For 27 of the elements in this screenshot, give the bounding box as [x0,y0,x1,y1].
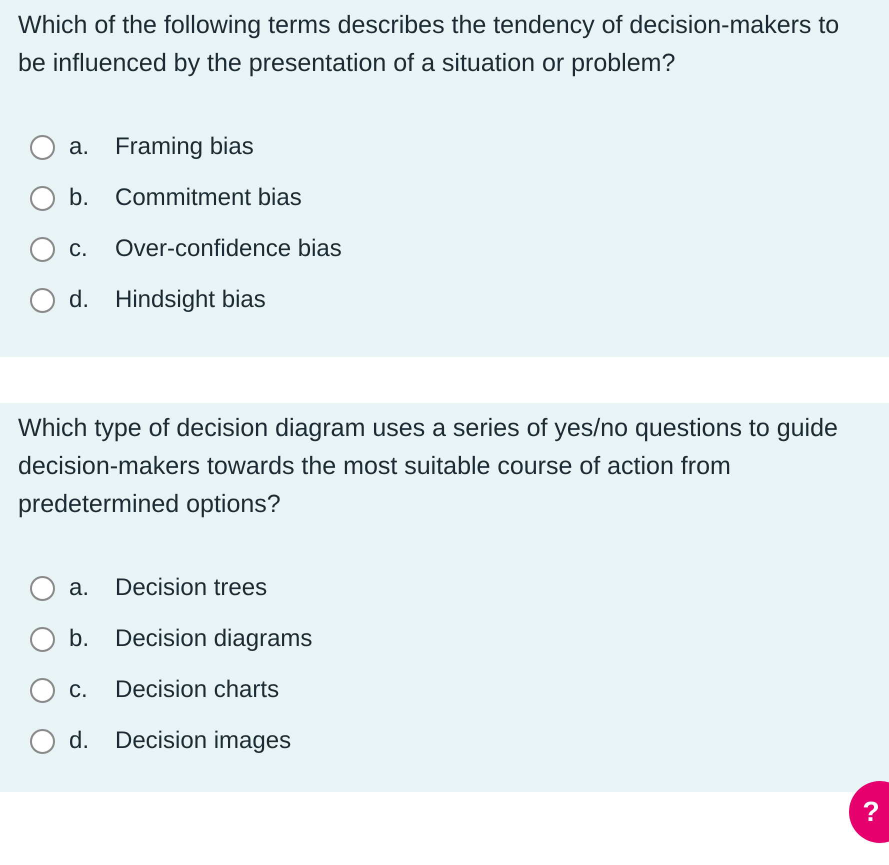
radio-button[interactable] [30,678,55,702]
option-label[interactable]: Hindsight bias [115,282,266,318]
option-label[interactable]: Commitment bias [115,180,302,216]
radio-button[interactable] [30,626,55,652]
option-label[interactable]: Framing bias [115,129,254,165]
option-label[interactable]: Over-confidence bias [115,231,342,267]
radio-button[interactable] [30,236,55,262]
option-letter: a. [69,573,90,603]
question-text: Which type of decision diagram uses a series of yes/no questions to guide decision-makers towards the most suitable course of action from predetermined options? [18,413,839,520]
question-text: Which of the following terms describes the tendency of decision-makers to be influenced by the presentation of a situation or problem? [18,10,840,79]
option-letter: d. [69,726,90,756]
option-letter: d. [69,285,90,315]
option-label[interactable]: Decision trees [115,570,268,606]
option-letter: b. [69,183,90,213]
radio-button[interactable] [30,576,55,600]
help-button[interactable]: ? [849,781,889,843]
radio-button[interactable] [30,288,55,312]
option-letter: a. [69,132,90,162]
radio-button[interactable] [30,134,55,160]
option-label[interactable]: Decision images [115,723,292,759]
option-label[interactable]: Decision diagrams [115,621,312,657]
option-label[interactable]: Decision charts [115,672,280,708]
option-letter: c. [69,234,89,264]
option-letter: b. [69,624,90,654]
radio-button[interactable] [30,728,55,754]
option-letter: c. [69,675,89,705]
radio-button[interactable] [30,186,55,210]
